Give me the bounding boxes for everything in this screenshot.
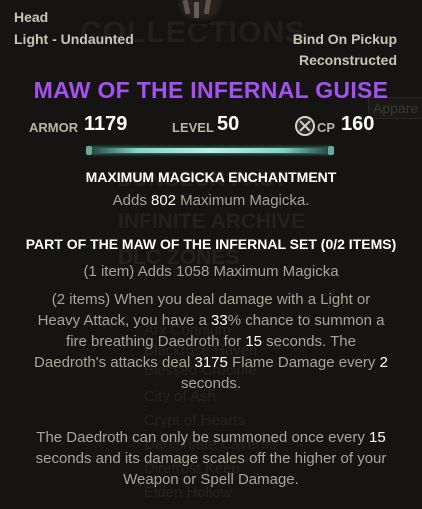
- set-bonus-1: (1 item) Adds 1058 Maximum Magicka: [83, 263, 339, 280]
- armor-weight-label: Light - Undaunted: [14, 31, 134, 47]
- level-stat-value: 50: [217, 113, 240, 135]
- bind-type-label: Bind On Pickup: [292, 31, 397, 47]
- set-title: PART OF THE MAW OF THE INFERNAL SET (0/2…: [25, 236, 397, 252]
- armor-stat-label: ARMOR: [29, 120, 79, 135]
- cp-stat-label: CP: [317, 120, 336, 135]
- tooltip-divider: [86, 146, 334, 155]
- armor-stat-value: 1179: [84, 113, 128, 135]
- enchantment-description: Adds 802 Maximum Magicka.: [112, 192, 310, 209]
- champion-point-icon: [295, 116, 315, 136]
- item-name: MAW OF THE INFERNAL GUISE: [33, 77, 389, 103]
- trait-label: Reconstructed: [298, 52, 397, 68]
- level-stat-label: LEVEL: [172, 120, 214, 135]
- cp-stat-value: 160: [341, 113, 375, 135]
- enchantment-title: MAXIMUM MAGICKA ENCHANTMENT: [85, 169, 337, 185]
- item-tooltip: Head Light - Undaunted Bind On Pickup Re…: [0, 0, 422, 509]
- set-bonus-2: (2 items) When you deal damage with a Li…: [34, 291, 388, 392]
- set-bonus-2-cooldown: The Daedroth can only be summoned once e…: [35, 429, 387, 488]
- slot-label: Head: [14, 9, 49, 25]
